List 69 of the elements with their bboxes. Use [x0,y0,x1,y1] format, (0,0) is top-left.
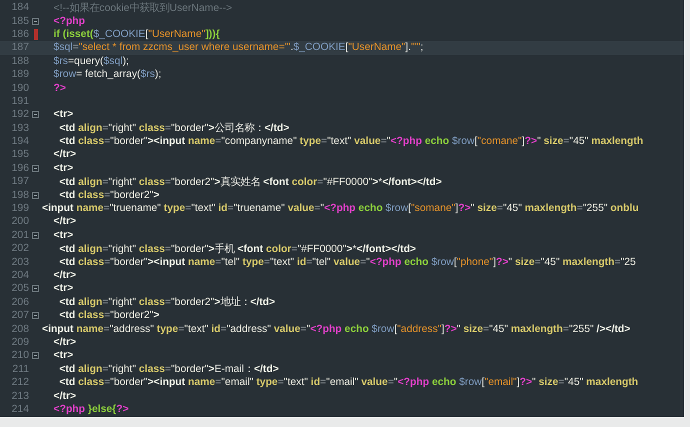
code-line: </tr> [52,149,76,160]
code-line: </tr> [52,390,76,402]
line-number: 208 [10,324,29,335]
line-number: 185 [10,16,29,27]
fold-toggle-icon[interactable] [32,352,39,360]
code-line: if (isset($_COOKIE["UserName"])){ [52,28,220,40]
line-number: 197 [10,176,29,188]
line-number: 206 [10,296,29,308]
code-line: </tr> [52,336,76,348]
line-number: 198 [10,190,29,201]
code-line: <?php }else{?> [52,404,129,415]
code-line: <td class="border"><input name="email" type="text" id="email" value="<?php echo $row["email"]?>" size="45" maxlength [58,377,638,388]
code-line: <tr> [52,283,74,294]
code-line: ?> [52,82,66,94]
code-line: <tr> [52,109,74,120]
code-line: <td class="border"><input name="tel" type="text" id="tel" value="<?php echo $row["phone"]?>" size="45" maxlength="25 [58,256,636,268]
line-number: 199 [10,203,29,214]
code-line: <td align="right" class="border2">地址：</td> [58,295,276,310]
line-number: 184 [10,2,29,14]
line-number: 209 [10,336,29,348]
line-number: 202 [10,243,29,254]
code-line: <?php [52,16,86,27]
line-number: 192 [10,109,29,120]
code-line: <td class="border"><input name="companyname" type="text" value="<?php echo $row["comane"]?>" size="45" maxlength [58,136,644,148]
line-number: 204 [10,270,29,281]
line-number: 200 [10,216,29,228]
code-line: </tr> [52,216,76,228]
line-number: 193 [10,122,29,134]
line-number: 211 [11,364,29,375]
code-line: <td align="right" class="border">手机 <font color="#FF0000">*</font></td> [58,242,416,256]
fold-toggle-icon[interactable] [32,312,39,320]
code-line: <td align="right" class="border">公司名称：</td> [58,122,290,136]
code-line: <input name="truename" type="text" id="truename" value="<?php echo $row["somane"]?>" size="45" maxlength="255" onblu [42,203,639,214]
code-line: <td align="right" class="border">E-mail：</td> [58,363,279,376]
code-line: <input name="address" type="text" id="address" value="<?php echo $row["address"]?>" size="45" maxlength="255" /></td> [42,324,630,335]
line-number: 194 [10,136,29,148]
code-line: $rs=query($sql); [52,56,129,67]
code-line: <td class="border2"> [58,310,160,322]
code-line: <tr> [52,350,74,362]
code-line: <tr> [52,230,74,241]
line-number: 195 [10,149,29,160]
fold-toggle-icon[interactable] [32,232,39,239]
line-number: 196 [10,162,29,174]
fold-toggle-icon[interactable] [32,285,39,292]
line-number: 201 [10,230,29,241]
fold-toggle-icon[interactable] [32,164,39,172]
line-number: 188 [10,56,29,67]
line-number: 214 [10,404,29,415]
code-line: </tr> [52,270,76,281]
line-number: 213 [10,390,29,402]
line-number: 212 [10,377,29,388]
code-line: $sql="select * from zzcms_user where username='".$_COOKIE["UserName"]."'"; [52,42,424,54]
fold-toggle-icon[interactable] [32,111,39,118]
line-number: 205 [10,283,29,294]
line-number: 190 [10,82,29,94]
line-number: 186 [10,28,29,40]
fold-toggle-icon[interactable] [32,192,39,199]
code-line: <tr> [52,162,74,174]
line-number: 191 [10,96,29,107]
code-line: <!--如果在cookie中获取到UserName--> [52,1,232,15]
code-line: $row= fetch_array($rs); [52,69,162,80]
code-line: <td class="border2"> [58,190,160,201]
line-number: 203 [10,256,29,268]
line-number: 210 [10,350,29,362]
line-number: 189 [10,69,29,80]
fold-toggle-icon[interactable] [32,18,39,25]
code-line: <td align="right" class="border2">真实姓名 <font color="#FF0000">*</font></td> [58,175,442,189]
line-number: 207 [10,310,29,322]
line-number: 187 [10,42,29,54]
